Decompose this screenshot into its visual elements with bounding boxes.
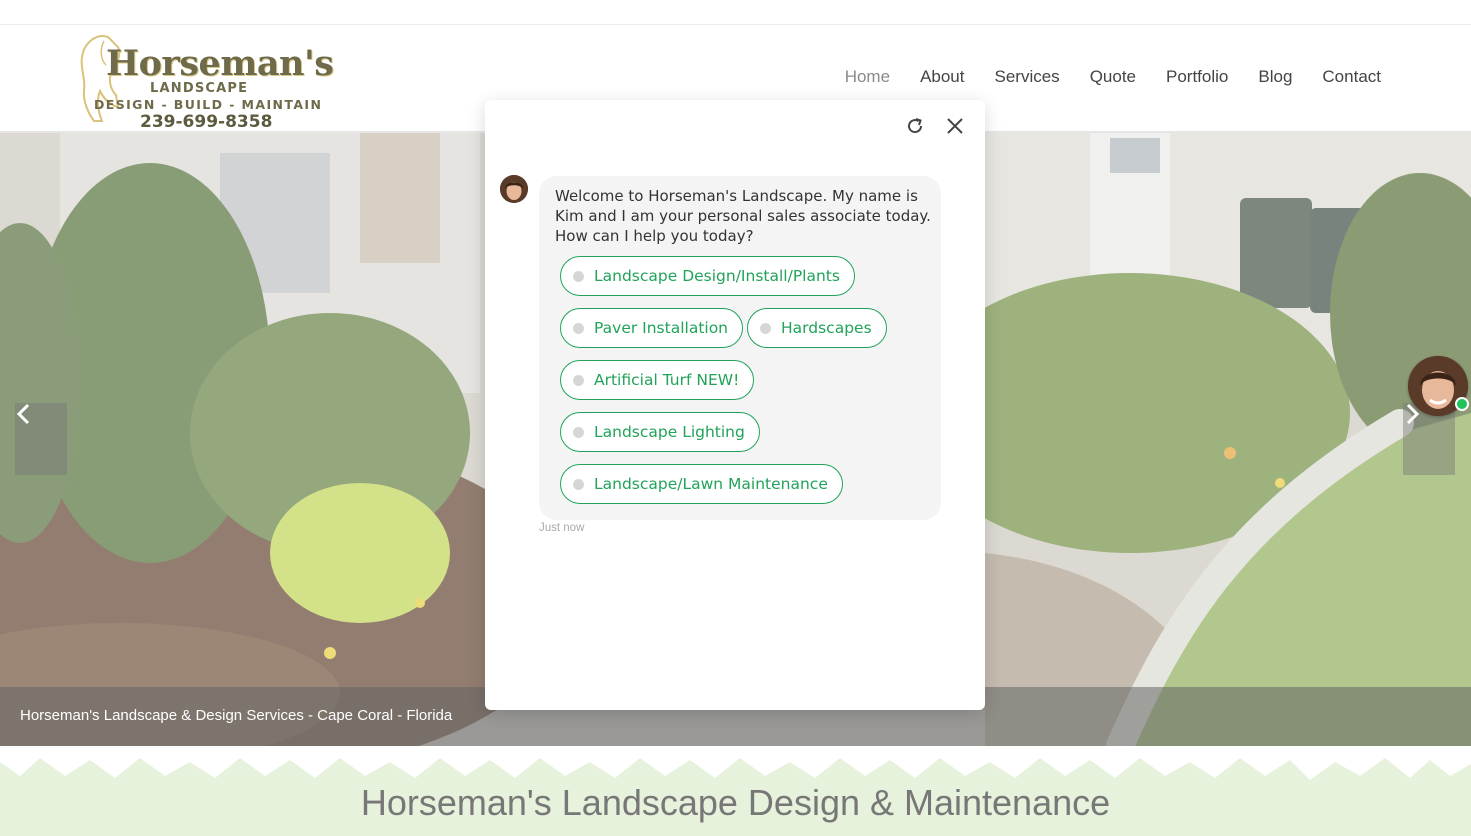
- nav-portfolio[interactable]: Portfolio: [1166, 67, 1228, 87]
- main-nav: Home About Services Quote Portfolio Blog…: [845, 67, 1381, 87]
- chat-option-landscape-design[interactable]: Landscape Design/Install/Plants: [560, 256, 855, 296]
- chat-option-paver-installation[interactable]: Paver Installation: [560, 308, 744, 348]
- nav-services[interactable]: Services: [995, 67, 1060, 87]
- close-icon[interactable]: [945, 116, 965, 136]
- grass-border: [0, 746, 1471, 780]
- radio-dot-icon: [573, 374, 584, 386]
- nav-contact[interactable]: Contact: [1322, 67, 1381, 87]
- chat-message-text: Welcome to Horseman's Landscape. My name…: [555, 187, 931, 245]
- intro-band: Horseman's Landscape Design & Maintenanc…: [0, 746, 1471, 836]
- chat-option-landscape-lighting[interactable]: Landscape Lighting: [560, 412, 760, 452]
- top-strip: [0, 0, 1471, 25]
- brand-subtitle: LANDSCAPE: [150, 81, 249, 96]
- chat-option-artificial-turf[interactable]: Artificial Turf NEW!: [560, 360, 755, 400]
- radio-dot-icon: [573, 322, 584, 334]
- chat-option-lawn-maintenance[interactable]: Landscape/Lawn Maintenance: [560, 464, 843, 504]
- slider-prev-button[interactable]: [15, 403, 67, 475]
- chat-widget: Welcome to Horseman's Landscape. My name…: [485, 100, 985, 710]
- intro-heading: Horseman's Landscape Design & Maintenanc…: [360, 782, 1111, 823]
- chat-agent-avatar: [500, 175, 528, 203]
- brand-name: Horseman's: [106, 43, 334, 84]
- chat-message-bubble: Welcome to Horseman's Landscape. My name…: [539, 176, 941, 520]
- refresh-icon[interactable]: [905, 116, 925, 136]
- agent-avatar-icon: [500, 175, 528, 203]
- online-status-dot: [1455, 397, 1469, 411]
- hero-caption: Horseman's Landscape & Design Services -…: [20, 707, 453, 724]
- chevron-left-icon: [16, 403, 30, 425]
- brand-logo[interactable]: Horseman's LANDSCAPE DESIGN - BUILD - MA…: [78, 29, 334, 132]
- chat-timestamp: Just now: [539, 522, 585, 534]
- nav-home[interactable]: Home: [845, 67, 890, 87]
- nav-about[interactable]: About: [920, 67, 964, 87]
- brand-tagline: DESIGN - BUILD - MAINTAIN: [94, 97, 323, 112]
- radio-dot-icon: [573, 478, 584, 490]
- chat-option-hardscapes[interactable]: Hardscapes: [747, 308, 887, 348]
- nav-quote[interactable]: Quote: [1090, 67, 1136, 87]
- nav-blog[interactable]: Blog: [1258, 67, 1292, 87]
- radio-dot-icon: [760, 322, 771, 334]
- radio-dot-icon: [573, 426, 584, 438]
- brand-phone: 239-699-8358: [140, 112, 273, 132]
- radio-dot-icon: [573, 270, 584, 282]
